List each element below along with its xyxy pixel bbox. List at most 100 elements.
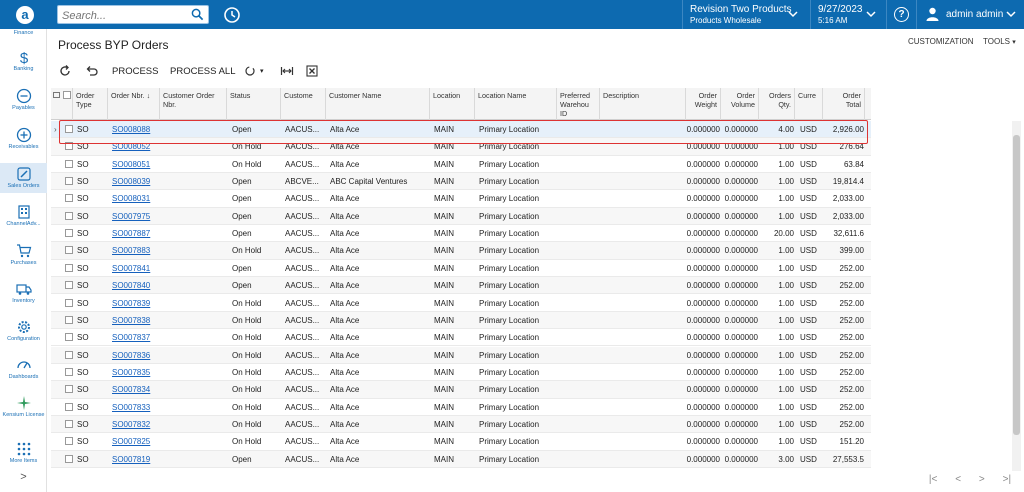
next-page-icon[interactable]: > <box>979 474 985 488</box>
order-nbr-link[interactable]: SO008031 <box>112 194 150 203</box>
sidebar-item-configuration[interactable]: Configuration <box>0 319 47 356</box>
tools-menu[interactable]: TOOLS ▾ <box>983 37 1016 46</box>
sidebar-item-purchases[interactable]: Purchases <box>0 243 47 280</box>
row-checkbox[interactable] <box>65 125 73 133</box>
history-icon[interactable] <box>220 3 244 27</box>
tenant-selector[interactable]: Revision Two Products Products Wholesale <box>682 0 806 29</box>
row-checkbox[interactable] <box>65 142 73 151</box>
col-location-name[interactable]: Location Name <box>475 88 557 120</box>
col-status[interactable]: Status <box>227 88 281 120</box>
first-page-icon[interactable]: |< <box>929 474 937 488</box>
col-customer-name[interactable]: Customer Name <box>326 88 430 120</box>
last-page-icon[interactable]: >| <box>1003 474 1011 488</box>
table-row[interactable]: SO SO007834 On Hold AACUS... Alta Ace MAIN Pri… <box>51 381 871 399</box>
table-row[interactable]: SO SO007833 On Hold AACUS... Alta Ace MAIN Pri… <box>51 399 871 416</box>
order-nbr-link[interactable]: SO007833 <box>112 403 150 412</box>
row-checkbox[interactable] <box>65 454 73 463</box>
col-order-nbr[interactable]: Order Nbr. ↓ <box>108 88 160 120</box>
order-nbr-link[interactable]: SO007840 <box>112 281 150 290</box>
help-icon[interactable]: ? <box>894 7 909 22</box>
table-row[interactable]: SO SO007840 Open AACUS... Alta Ace MAIN Primar… <box>51 277 871 295</box>
order-nbr-link[interactable]: SO008052 <box>112 142 150 151</box>
user-menu[interactable]: admin admin <box>920 0 1024 29</box>
row-checkbox[interactable] <box>65 333 73 342</box>
col-customer-order-nbr[interactable]: Customer Order Nbr. <box>160 88 227 120</box>
row-checkbox[interactable] <box>65 263 73 272</box>
order-nbr-link[interactable]: SO007834 <box>112 385 150 394</box>
table-row[interactable]: SO SO007835 On Hold AACUS... Alta Ace MAIN Pri… <box>51 364 871 382</box>
row-checkbox[interactable] <box>65 385 73 394</box>
vertical-scrollbar[interactable] <box>1012 121 1021 471</box>
scrollbar-thumb[interactable] <box>1013 135 1020 435</box>
grid-settings-icon[interactable] <box>53 92 60 98</box>
order-nbr-link[interactable]: SO007975 <box>112 212 150 221</box>
table-row[interactable]: SO SO007883 On Hold AACUS... Alta Ace MAIN Pri… <box>51 242 871 260</box>
table-row[interactable]: SO SO007825 On Hold AACUS... Alta Ace MAIN Pri… <box>51 433 871 451</box>
row-checkbox[interactable] <box>65 246 73 255</box>
fit-columns-icon[interactable] <box>280 62 294 80</box>
select-all-checkbox[interactable] <box>63 91 71 99</box>
order-nbr-link[interactable]: SO008051 <box>112 160 150 169</box>
date-selector[interactable]: 9/27/2023 5:16 AM <box>812 0 884 29</box>
table-row[interactable]: SO SO008051 On Hold AACUS... Alta Ace MAIN Pri… <box>51 156 871 173</box>
sidebar-item-finance[interactable]: Finance <box>0 29 47 41</box>
order-nbr-link[interactable]: SO007819 <box>112 455 150 464</box>
col-order-type[interactable]: Order Type <box>73 88 108 120</box>
order-nbr-link[interactable]: SO007838 <box>112 316 150 325</box>
sidebar-item-dashboards[interactable]: Dashboards <box>0 357 47 394</box>
process-all-button[interactable]: PROCESS ALL <box>170 62 235 80</box>
row-checkbox[interactable] <box>65 437 73 446</box>
refresh-icon[interactable] <box>58 62 72 80</box>
table-row[interactable]: › SO SO008088 Open AACUS... Alta Ace MAIN Prima… <box>51 121 871 139</box>
order-nbr-link[interactable]: SO007837 <box>112 333 150 342</box>
order-nbr-link[interactable]: SO007841 <box>112 264 150 273</box>
sidebar-item-inventory[interactable]: Inventory <box>0 281 47 318</box>
prev-page-icon[interactable]: < <box>955 474 961 488</box>
sidebar-item-banking[interactable]: $ Banking <box>0 49 47 86</box>
table-row[interactable]: SO SO007975 Open AACUS... Alta Ace MAIN Primar… <box>51 207 871 226</box>
col-description[interactable]: Description <box>600 88 686 120</box>
table-row[interactable]: SO SO007841 Open AACUS... Alta Ace MAIN Primar… <box>51 260 871 278</box>
col-preferred-warehouse[interactable]: Preferred Warehou ID <box>557 88 600 120</box>
sidebar-item-kensium-license[interactable]: Kensium License <box>0 395 47 431</box>
row-checkbox[interactable] <box>65 419 73 428</box>
undo-icon[interactable] <box>84 62 98 80</box>
table-row[interactable]: SO SO007837 On Hold AACUS... Alta Ace MAIN Pri… <box>51 329 871 347</box>
col-currency[interactable]: Curre <box>795 88 823 120</box>
row-checkbox[interactable] <box>65 367 73 376</box>
export-excel-icon[interactable] <box>306 62 318 80</box>
schedule-icon[interactable] <box>244 62 256 80</box>
row-checkbox[interactable] <box>65 229 73 238</box>
app-logo[interactable]: a <box>0 0 50 29</box>
row-checkbox[interactable] <box>65 350 73 359</box>
row-checkbox[interactable] <box>65 159 73 168</box>
sidebar-item-payables[interactable]: Payables <box>0 88 47 125</box>
row-checkbox[interactable] <box>65 194 73 203</box>
row-checkbox[interactable] <box>65 402 73 411</box>
col-order-volume[interactable]: Order Volume <box>721 88 759 120</box>
row-checkbox[interactable] <box>65 211 73 220</box>
order-nbr-link[interactable]: SO008088 <box>112 125 150 134</box>
order-nbr-link[interactable]: SO007825 <box>112 437 150 446</box>
table-row[interactable]: SO SO008052 On Hold AACUS... Alta Ace MAIN Pri… <box>51 138 871 156</box>
order-nbr-link[interactable]: SO007835 <box>112 368 150 377</box>
row-checkbox[interactable] <box>65 315 73 324</box>
order-nbr-link[interactable]: SO008039 <box>112 177 150 186</box>
customization-button[interactable]: CUSTOMIZATION <box>908 37 973 46</box>
row-checkbox[interactable] <box>65 177 73 186</box>
search-box[interactable] <box>57 5 209 25</box>
table-row[interactable]: SO SO007836 On Hold AACUS... Alta Ace MAIN Pri… <box>51 346 871 364</box>
col-order-total[interactable]: Order Total <box>823 88 865 120</box>
order-nbr-link[interactable]: SO007883 <box>112 246 150 255</box>
table-row[interactable]: SO SO007832 On Hold AACUS... Alta Ace MAIN Pri… <box>51 415 871 434</box>
row-checkbox[interactable] <box>65 298 73 307</box>
table-row[interactable]: SO SO007839 On Hold AACUS... Alta Ace MAIN Pri… <box>51 295 871 312</box>
table-row[interactable]: SO SO008031 Open AACUS... Alta Ace MAIN Primar… <box>51 190 871 208</box>
order-nbr-link[interactable]: SO007836 <box>112 351 150 360</box>
sidebar-item-receivables[interactable]: Receivables <box>0 127 47 164</box>
col-location[interactable]: Location <box>430 88 475 120</box>
sidebar-item-channeladvisor[interactable]: ChannelAdv... <box>0 204 47 241</box>
search-icon[interactable] <box>191 8 204 21</box>
order-nbr-link[interactable]: SO007839 <box>112 299 150 308</box>
order-nbr-link[interactable]: SO007887 <box>112 229 150 238</box>
